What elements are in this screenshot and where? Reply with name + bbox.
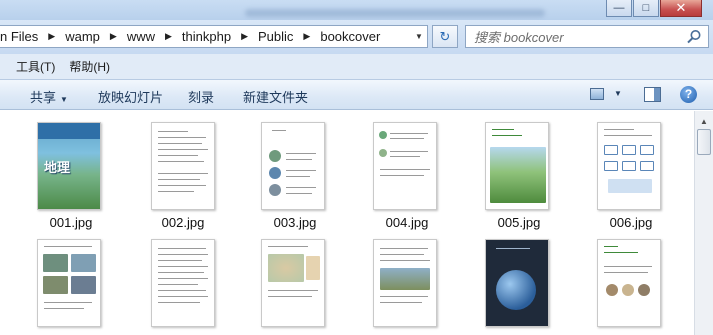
address-row: n Files ▶ wamp ▶ www ▶ thinkphp ▶ Public… [0,20,713,54]
cover-title: 地理 [44,160,71,175]
command-bar: 共享 ▼ 放映幻灯片 刻录 新建文件夹 ▼ ? [0,80,713,110]
chevron-down-icon: ▼ [60,95,68,104]
preview-pane-icon[interactable] [644,87,661,102]
title-bar: — □ ✕ [0,0,713,20]
breadcrumb-separator-icon[interactable]: ▶ [235,31,254,42]
refresh-button[interactable]: ↻ [432,25,458,48]
slideshow-button[interactable]: 放映幻灯片 [98,87,163,106]
breadcrumb-separator-icon[interactable]: ▶ [297,31,316,42]
refresh-icon: ↻ [439,28,451,44]
file-thumbnail: 地理 [37,122,101,210]
breadcrumb-separator-icon[interactable]: ▶ [159,31,178,42]
file-thumbnail [151,122,215,210]
file-thumbnail [373,122,437,210]
scroll-up-icon[interactable]: ▲ [696,113,712,129]
vertical-scrollbar[interactable]: ▲ [694,111,713,335]
file-thumbnail [37,239,101,327]
file-thumbnail [373,239,437,327]
file-thumbnail [485,122,549,210]
menu-tools[interactable]: 工具(T) [0,58,62,75]
scrollbar-thumb[interactable] [697,129,711,155]
file-thumbnail [597,122,661,210]
file-list: 地理 001.jpg 002.jpg 003.jpg 004.jpg 005.j… [0,111,694,335]
file-thumbnail [485,239,549,327]
close-button[interactable]: ✕ [660,0,702,17]
search-input[interactable]: 搜索 bookcover [465,25,709,48]
cover-band [38,123,100,139]
share-label: 共享 [30,90,57,105]
breadcrumb-www[interactable]: www [123,29,159,44]
file-name: 004.jpg [385,215,429,230]
address-bar[interactable]: n Files ▶ wamp ▶ www ▶ thinkphp ▶ Public… [0,25,428,48]
file-name: 005.jpg [497,215,541,230]
file-thumbnail [261,239,325,327]
breadcrumb-separator-icon[interactable]: ▶ [42,31,61,42]
menu-help[interactable]: 帮助(H) [62,58,117,75]
breadcrumb-bookcover[interactable]: bookcover [316,29,384,44]
file-thumbnail [151,239,215,327]
blurred-title [245,9,545,17]
view-options-chevron-icon[interactable]: ▼ [614,89,622,98]
burn-button[interactable]: 刻录 [188,87,214,106]
breadcrumb-public[interactable]: Public [254,29,297,44]
new-folder-button[interactable]: 新建文件夹 [243,87,308,106]
file-thumbnail [597,239,661,327]
share-button[interactable]: 共享 ▼ [30,87,68,106]
address-dropdown-icon[interactable]: ▼ [411,26,427,47]
help-icon[interactable]: ? [680,86,697,103]
minimize-button[interactable]: — [606,0,632,17]
file-thumbnail [261,122,325,210]
menu-bar: 工具(T) 帮助(H) [0,54,713,80]
search-icon[interactable] [686,29,702,45]
maximize-button[interactable]: □ [633,0,659,17]
file-name: 003.jpg [273,215,317,230]
breadcrumb-wamp[interactable]: wamp [61,29,104,44]
file-name: 002.jpg [161,215,205,230]
breadcrumb-separator-icon[interactable]: ▶ [104,31,123,42]
file-name: 006.jpg [609,215,653,230]
breadcrumb-thinkphp[interactable]: thinkphp [178,29,235,44]
breadcrumb-program-files[interactable]: n Files [0,29,42,44]
file-name: 001.jpg [49,215,93,230]
search-placeholder: 搜索 bookcover [474,30,564,45]
change-view-icon[interactable] [590,88,604,100]
